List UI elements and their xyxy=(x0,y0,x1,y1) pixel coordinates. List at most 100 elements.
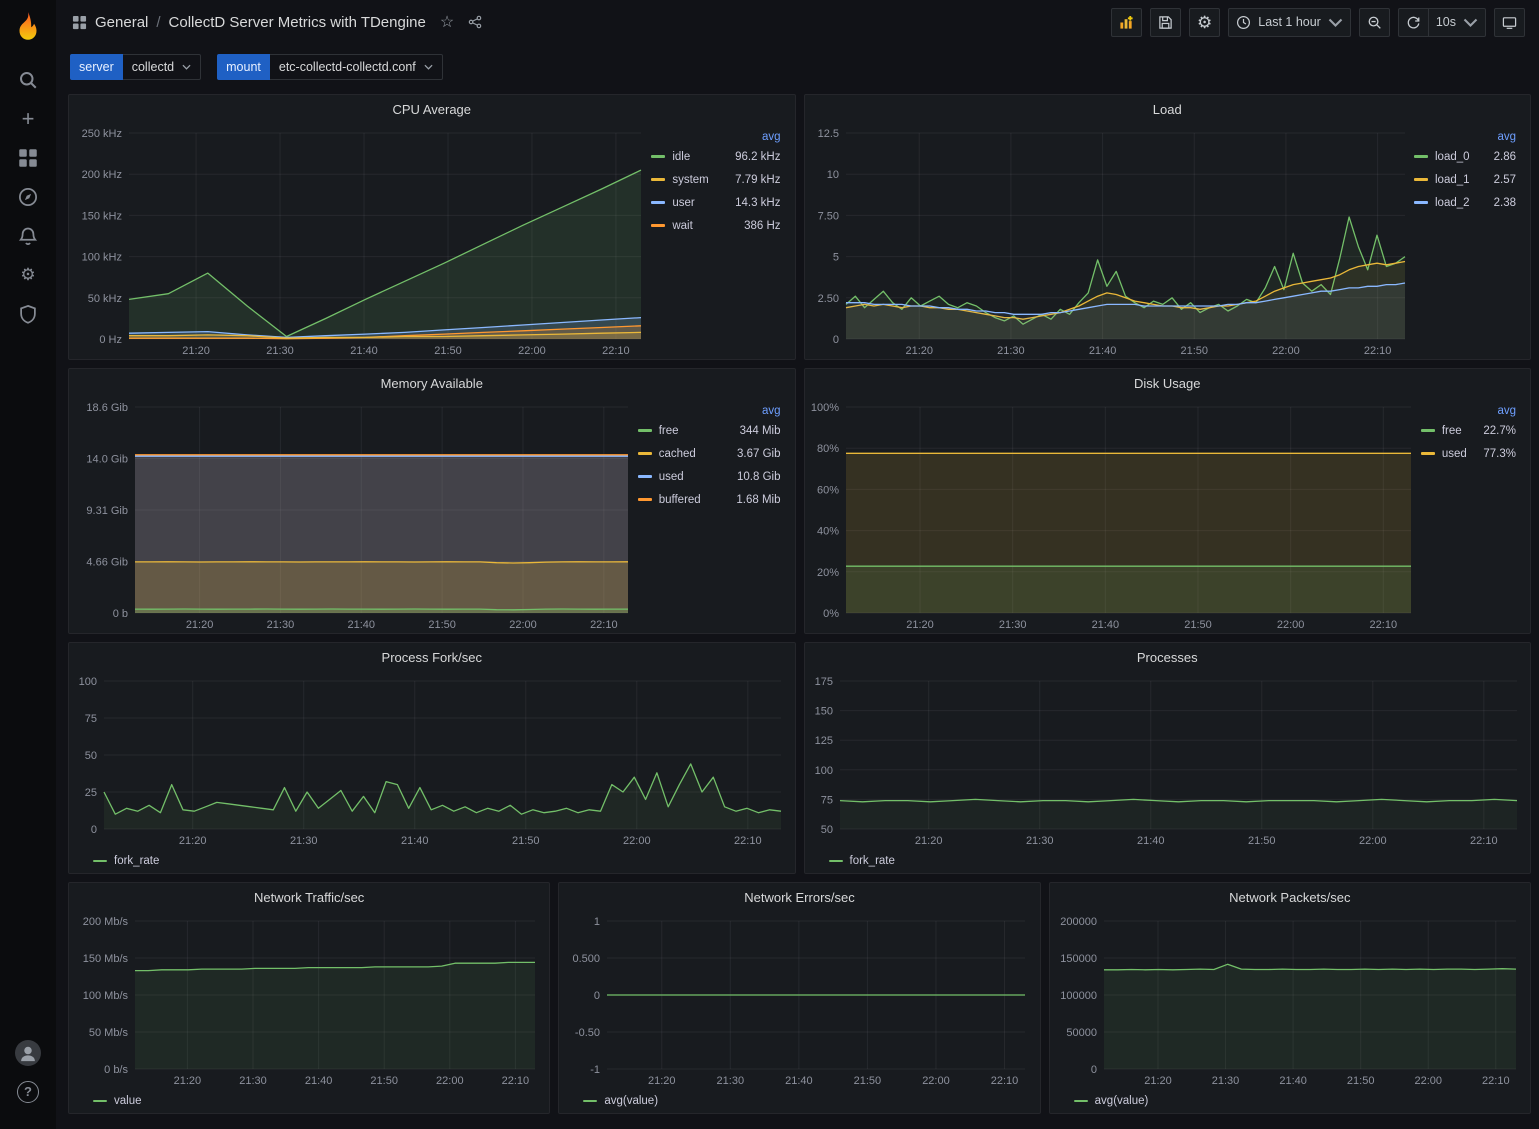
panel-title[interactable]: Process Fork/sec xyxy=(69,643,795,671)
legend-series-value: 2.86 xyxy=(1494,151,1516,163)
panel-network-errors-sec: Network Errors/sec-1-0.5000.500121:2021:… xyxy=(558,882,1040,1114)
svg-text:25: 25 xyxy=(85,787,97,799)
svg-text:21:30: 21:30 xyxy=(290,835,318,847)
panel-title[interactable]: Memory Available xyxy=(69,369,795,397)
chart-process-fork-sec[interactable]: 025507510021:2021:3021:4021:5022:0022:10 xyxy=(71,671,789,849)
chart-network-errors-sec[interactable]: -1-0.5000.500121:2021:3021:4021:5022:002… xyxy=(561,911,1033,1089)
legend-item[interactable]: load_22.38 xyxy=(1414,191,1516,214)
share-icon[interactable] xyxy=(468,15,482,29)
save-dashboard-button[interactable] xyxy=(1150,8,1181,37)
legend-item[interactable]: free344 Mib xyxy=(638,419,781,442)
series-color-swatch xyxy=(651,201,665,204)
create-icon[interactable]: + xyxy=(7,99,49,138)
user-avatar[interactable] xyxy=(7,1033,49,1072)
legend: avg idle96.2 kHzsystem7.79 kHzuser14.3 kH… xyxy=(649,123,788,237)
svg-text:21:40: 21:40 xyxy=(1088,345,1116,357)
time-range-picker[interactable]: Last 1 hour xyxy=(1228,8,1351,37)
svg-text:0 b/s: 0 b/s xyxy=(104,1064,128,1076)
grafana-logo[interactable] xyxy=(11,10,45,44)
panel-title[interactable]: CPU Average xyxy=(69,95,795,123)
variable-mount[interactable]: mount etc-collectd-collectd.conf xyxy=(217,54,443,80)
chart-svg: 0 b4.66 Gib9.31 Gib14.0 Gib18.6 Gib21:20… xyxy=(71,397,636,633)
panel-title[interactable]: Network Errors/sec xyxy=(559,883,1039,911)
svg-text:21:30: 21:30 xyxy=(1025,835,1053,847)
legend-item[interactable]: idle96.2 kHz xyxy=(651,145,780,168)
alerting-bell-icon[interactable] xyxy=(7,216,49,255)
configuration-gear-icon[interactable]: ⚙ xyxy=(7,255,49,294)
add-panel-button[interactable] xyxy=(1111,8,1142,37)
svg-text:0%: 0% xyxy=(823,608,839,620)
chart-cpu-average[interactable]: 0 Hz50 kHz100 kHz150 kHz200 kHz250 kHz21… xyxy=(71,123,649,359)
variable-server[interactable]: server collectd xyxy=(70,54,201,80)
variable-value-dropdown[interactable]: etc-collectd-collectd.conf xyxy=(270,54,443,80)
svg-text:21:40: 21:40 xyxy=(350,345,378,357)
svg-text:21:20: 21:20 xyxy=(914,835,942,847)
series-color-swatch xyxy=(1414,201,1428,204)
panel-title[interactable]: Load xyxy=(805,95,1531,123)
chart-disk-usage[interactable]: 0%20%40%60%80%100%21:2021:3021:4021:5022… xyxy=(807,397,1419,633)
star-icon[interactable]: ☆ xyxy=(440,12,454,32)
panel-title[interactable]: Disk Usage xyxy=(805,369,1531,397)
panel-memory-available: Memory Available0 b4.66 Gib9.31 Gib14.0 … xyxy=(68,368,796,634)
dashboard-row: Memory Available0 b4.66 Gib9.31 Gib14.0 … xyxy=(68,368,1531,634)
legend-avg-header[interactable]: avg xyxy=(638,405,781,417)
chart-processes[interactable]: 507510012515017521:2021:3021:4021:5022:0… xyxy=(807,671,1525,849)
legend-avg-header[interactable]: avg xyxy=(651,131,780,143)
legend-item[interactable]: free22.7% xyxy=(1421,419,1516,442)
chart-network-packets-sec[interactable]: 05000010000015000020000021:2021:3021:402… xyxy=(1052,911,1524,1089)
panel-title[interactable]: Processes xyxy=(805,643,1531,671)
legend-series-name[interactable]: avg(value) xyxy=(1095,1095,1149,1107)
search-icon[interactable] xyxy=(7,60,49,99)
legend-series-value: 2.57 xyxy=(1494,174,1516,186)
chart-svg: -1-0.5000.500121:2021:3021:4021:5022:002… xyxy=(561,911,1033,1089)
chart-memory-available[interactable]: 0 b4.66 Gib9.31 Gib14.0 Gib18.6 Gib21:20… xyxy=(71,397,636,633)
refresh-interval-picker[interactable]: 10s xyxy=(1428,8,1486,37)
legend-item[interactable]: cached3.67 Gib xyxy=(638,442,781,465)
explore-icon[interactable] xyxy=(7,177,49,216)
legend-avg-header[interactable]: avg xyxy=(1414,131,1516,143)
server-admin-shield-icon[interactable] xyxy=(7,294,49,333)
dashboard-settings-button[interactable]: ⚙ xyxy=(1189,8,1220,37)
legend-series-name[interactable]: avg(value) xyxy=(604,1095,658,1107)
chart-load[interactable]: 02.5057.501012.521:2021:3021:4021:5022:0… xyxy=(807,123,1413,359)
svg-text:21:20: 21:20 xyxy=(906,619,934,631)
legend: avg load_0 2.86 load_12.57load_22.38 xyxy=(1412,123,1524,214)
series-color-swatch xyxy=(583,1100,597,1103)
svg-text:60%: 60% xyxy=(816,484,838,496)
legend-item[interactable]: used10.8 Gib xyxy=(638,465,781,488)
help-icon[interactable]: ? xyxy=(7,1072,49,1111)
legend-avg-header[interactable]: avg xyxy=(1421,405,1516,417)
avatar xyxy=(15,1040,41,1066)
cycle-view-mode-button[interactable] xyxy=(1494,8,1525,37)
legend-item[interactable]: load_0 2.86 xyxy=(1414,145,1516,168)
legend-series-name: load_0 xyxy=(1435,151,1470,163)
panel-title[interactable]: Network Packets/sec xyxy=(1050,883,1530,911)
chevron-down-icon xyxy=(1463,15,1478,30)
dashboards-icon[interactable] xyxy=(7,138,49,177)
legend-item[interactable]: used77.3% xyxy=(1421,442,1516,465)
legend-item[interactable]: wait386 Hz xyxy=(651,214,780,237)
panel-title[interactable]: Network Traffic/sec xyxy=(69,883,549,911)
legend-series-name[interactable]: fork_rate xyxy=(114,855,159,867)
refresh-button[interactable] xyxy=(1398,8,1428,37)
legend-item[interactable]: system7.79 kHz xyxy=(651,168,780,191)
variable-value-dropdown[interactable]: collectd xyxy=(123,54,201,80)
legend-item[interactable]: buffered1.68 Mib xyxy=(638,488,781,511)
series-color-swatch xyxy=(1414,155,1428,158)
chart-network-traffic-sec[interactable]: 0 b/s50 Mb/s100 Mb/s150 Mb/s200 Mb/s21:2… xyxy=(71,911,543,1089)
legend-item[interactable]: user14.3 kHz xyxy=(651,191,780,214)
legend-series-name[interactable]: value xyxy=(114,1095,142,1107)
legend-series-value: 1.68 Mib xyxy=(736,494,780,506)
legend-series-value: 14.3 kHz xyxy=(735,197,780,209)
breadcrumb-dashboard-title[interactable]: CollectD Server Metrics with TDengine xyxy=(169,14,426,31)
svg-text:22:10: 22:10 xyxy=(502,1075,530,1087)
legend-series-name: idle xyxy=(672,151,690,163)
svg-text:21:20: 21:20 xyxy=(174,1075,202,1087)
zoom-out-button[interactable] xyxy=(1359,8,1390,37)
svg-text:22:00: 22:00 xyxy=(1359,835,1387,847)
breadcrumb-folder[interactable]: General xyxy=(95,14,148,31)
legend-series-name[interactable]: fork_rate xyxy=(850,855,895,867)
legend-item[interactable]: load_12.57 xyxy=(1414,168,1516,191)
top-nav: General / CollectD Server Metrics with T… xyxy=(56,0,1539,44)
svg-text:175: 175 xyxy=(814,676,832,688)
